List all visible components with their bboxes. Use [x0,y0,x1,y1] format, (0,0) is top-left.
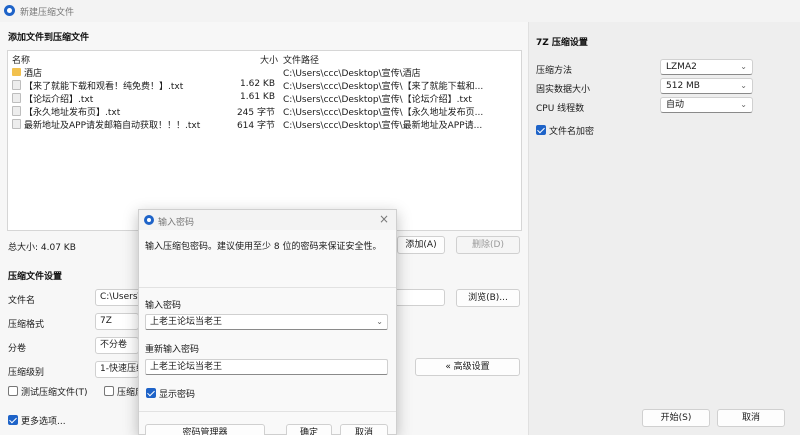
advanced-settings-button[interactable]: « 高级设置 [415,358,520,376]
method-value: LZMA2 [666,62,697,72]
after-compress-checkbox[interactable] [104,386,114,396]
method-select[interactable]: LZMA2 ⌄ [660,59,753,75]
test-archive-label: 测试压缩文件(T) [21,388,88,398]
window-title: 新建压缩文件 [20,8,75,18]
threads-select[interactable]: 自动 ⌄ [660,97,753,113]
encrypt-filenames-checkbox[interactable] [536,125,546,135]
password-input[interactable]: 上老王论坛当老王 ⌄ [145,314,388,330]
dialog-divider [139,287,396,288]
show-password-checkbox[interactable] [146,388,156,398]
block-size-value: 512 MB [666,81,700,91]
text-file-icon [12,119,21,129]
app-logo-icon [4,5,15,16]
folder-icon [12,68,21,76]
text-file-icon [12,80,21,90]
add-button[interactable]: 添加(A) [397,236,445,254]
test-archive-checkbox[interactable] [8,386,18,396]
file-row[interactable]: 【论坛介绍】.txt 1.61 KB C:\Users\ccc\Desktop\… [8,91,521,105]
repeat-password-label: 重新输入密码 [145,345,200,355]
block-size-label: 固实数据大小 [536,85,591,95]
password-value: 上老王论坛当老王 [150,317,223,327]
file-size: 614 字节 [236,121,275,131]
show-password-label: 显示密码 [159,390,196,400]
password-label: 输入密码 [145,301,182,311]
text-file-icon [12,93,21,103]
chevron-down-icon: ⌄ [740,62,747,71]
encrypt-filenames-label: 文件名加密 [549,127,595,137]
block-size-select[interactable]: 512 MB ⌄ [660,78,753,94]
file-name: 最新地址及APP请发邮箱自动获取！！！.txt [24,121,201,131]
dialog-titlebar: 输入密码 × [139,210,396,230]
split-select[interactable]: 不分卷 [95,337,139,354]
file-row[interactable]: 【来了就能下载和观看！纯免费！】.txt 1.62 KB C:\Users\cc… [8,78,521,92]
repeat-password-input[interactable]: 上老王论坛当老王 [145,359,388,375]
sevenz-settings-title: 7Z 压缩设置 [536,38,588,48]
dialog-description: 输入压缩包密码。建议使用至少 8 位的密码来保证安全性。 [145,242,382,252]
file-list[interactable]: 名称 大小 文件路径 酒店 C:\Users\ccc\Desktop\宣传\酒店… [7,50,522,231]
format-label: 压缩格式 [8,320,45,330]
password-dialog: 输入密码 × 输入压缩包密码。建议使用至少 8 位的密码来保证安全性。 输入密码… [138,209,397,435]
window-titlebar: 新建压缩文件 [0,0,800,22]
start-button[interactable]: 开始(S) [642,409,710,427]
delete-button[interactable]: 删除(D) [456,236,520,254]
level-label: 压缩级别 [8,368,45,378]
more-options-label[interactable]: 更多选项... [21,414,66,427]
threads-value: 自动 [666,100,685,110]
cancel-button[interactable]: 取消 [717,409,785,427]
file-row[interactable]: 最新地址及APP请发邮箱自动获取！！！.txt 614 字节 C:\Users\… [8,117,521,131]
threads-label: CPU 线程数 [536,104,585,114]
file-row[interactable]: 酒店 C:\Users\ccc\Desktop\宣传\酒店 [8,65,521,79]
dialog-footer-divider [139,411,396,412]
chevron-down-icon[interactable]: ⌄ [376,315,383,329]
chevron-down-icon: ⌄ [740,81,747,90]
level-select[interactable]: 1-快速压缩 [95,361,139,378]
close-icon[interactable]: × [379,212,389,226]
format-select[interactable]: 7Z [95,313,139,330]
text-file-icon [12,106,21,116]
dialog-title: 输入密码 [158,218,195,228]
split-label: 分卷 [8,344,27,354]
dialog-ok-button[interactable]: 确定 [286,424,332,435]
browse-button[interactable]: 浏览(B)... [456,289,520,307]
file-size: 1.62 KB [240,79,275,89]
password-manager-button[interactable]: 密码管理器 [145,424,265,435]
archive-settings-title: 压缩文件设置 [8,272,63,282]
files-section-title: 添加文件到压缩文件 [8,33,90,43]
filename-label: 文件名 [8,296,36,306]
file-row[interactable]: 【永久地址发布页】.txt 245 字节 C:\Users\ccc\Deskto… [8,104,521,118]
file-path: C:\Users\ccc\Desktop\宣传\最新地址及APP请... [283,121,483,131]
file-size: 1.61 KB [240,92,275,102]
more-options-checkbox[interactable] [8,415,18,425]
method-label: 压缩方法 [536,66,573,76]
app-logo-icon [144,215,154,225]
total-size-label: 总大小: 4.07 KB [8,243,76,253]
dialog-cancel-button[interactable]: 取消 [340,424,388,435]
chevron-down-icon: ⌄ [740,100,747,109]
